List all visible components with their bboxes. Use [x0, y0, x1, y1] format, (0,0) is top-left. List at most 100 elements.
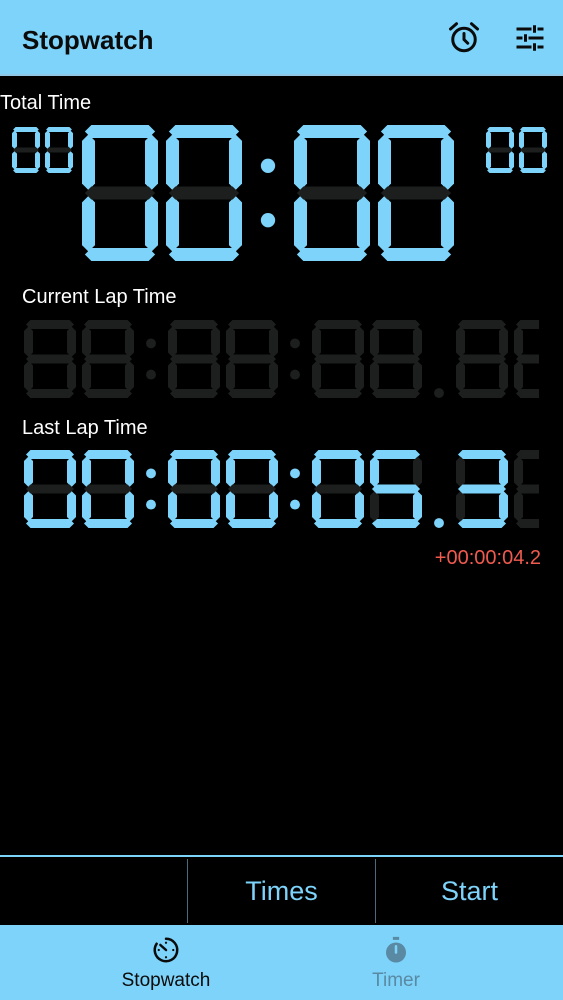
timer-icon	[381, 935, 411, 965]
last-lap-display	[24, 450, 539, 528]
hundredths-segment-d	[487, 168, 513, 173]
total-hours-display	[12, 127, 73, 173]
current-lap-digit-3	[226, 320, 278, 398]
current-lap-label: Current Lap Time	[22, 286, 177, 308]
current-lap-segment-g	[371, 354, 421, 364]
hours-segment-c	[35, 151, 40, 170]
times-button[interactable]: Times	[188, 857, 375, 925]
total-segment-e	[378, 195, 391, 252]
nav-tab-stopwatch[interactable]: Stopwatch	[70, 925, 262, 1000]
current-lap-digit-5	[370, 320, 422, 398]
hours-segment-g	[13, 147, 39, 153]
total-segment-c	[145, 195, 158, 252]
bottom-navigation: Stopwatch Timer	[0, 925, 563, 1000]
current-lap-segment-d	[83, 389, 133, 398]
hundredths-segment-f	[519, 130, 524, 149]
total-segment-e	[294, 195, 307, 252]
last-lap-segment-e	[24, 490, 33, 522]
last-lap-segment-e	[370, 490, 379, 522]
current-lap-segment-a	[313, 320, 363, 329]
last-lap-segment-c	[355, 490, 364, 522]
last-lap-segment-e	[226, 490, 235, 522]
nav-tab-timer[interactable]: Timer	[300, 925, 492, 1000]
stopwatch-app: Stopwatch Total Time Current Lap Time La…	[0, 0, 563, 1000]
hundredths-segment-a	[487, 127, 513, 132]
total-segment-b	[229, 134, 242, 191]
total-segment-a	[84, 125, 156, 138]
last-lap-segment-f	[312, 456, 321, 488]
last-lap-segment-f	[82, 456, 91, 488]
current-lap-digit-1	[82, 320, 134, 398]
total-segment-g	[296, 186, 368, 200]
current-lap-segment-e	[456, 360, 465, 392]
current-lap-digit-4	[312, 320, 364, 398]
hours-segment-d	[13, 168, 39, 173]
last-lap-segment-a	[371, 450, 421, 459]
current-lap-segment-d	[169, 389, 219, 398]
last-lap-segment-f	[24, 456, 33, 488]
hundredths-segment-c	[509, 151, 514, 170]
current-lap-segment-g	[83, 354, 133, 364]
hundredths-segment-d	[520, 168, 546, 173]
last-lap-segment-c	[67, 490, 76, 522]
total-digit-3	[378, 125, 454, 261]
lap-reset-button[interactable]	[0, 857, 187, 925]
last-lap-segment-g	[313, 484, 363, 494]
tune-sliders-icon[interactable]	[512, 20, 548, 56]
last-lap-segment-a	[457, 450, 507, 459]
current-lap-colon-dot	[290, 338, 300, 349]
total-digit-2	[294, 125, 370, 261]
current-lap-segment-a	[83, 320, 133, 329]
last-lap-segment-b	[413, 456, 422, 488]
total-segment-g	[84, 186, 156, 200]
last-lap-segment-b	[211, 456, 220, 488]
last-lap-colon-dot	[290, 499, 300, 510]
total-digit-0	[82, 125, 158, 261]
alarm-clock-icon[interactable]	[446, 20, 482, 56]
current-lap-segment-b	[355, 326, 364, 358]
current-lap-segment-b	[413, 326, 422, 358]
current-lap-segment-d	[313, 389, 363, 398]
nav-label-timer: Timer	[372, 970, 420, 991]
current-lap-segment-d	[457, 389, 507, 398]
current-lap-segment-e	[168, 360, 177, 392]
last-lap-segment-b	[499, 456, 508, 488]
current-lap-digit-6	[456, 320, 508, 398]
total-colon-dot	[260, 213, 276, 228]
hundredths-segment-b	[542, 130, 547, 149]
total-segment-g	[168, 186, 240, 200]
hundredths-segment-g	[487, 147, 513, 153]
last-lap-digit-4	[312, 450, 364, 528]
last-lap-segment-d	[227, 519, 277, 528]
last-lap-segment-d	[83, 519, 133, 528]
last-lap-segment-g	[227, 484, 277, 494]
last-lap-segment-a	[313, 450, 363, 459]
last-lap-segment-g	[457, 484, 507, 494]
total-segment-g	[380, 186, 452, 200]
last-lap-segment-c	[125, 490, 134, 522]
total-segment-f	[378, 134, 391, 191]
last-lap-segment-d	[25, 519, 75, 528]
start-button[interactable]: Start	[376, 857, 563, 925]
total-segment-d	[168, 248, 240, 261]
last-lap-segment-e	[514, 490, 523, 522]
current-lap-decimal-point	[434, 388, 444, 398]
current-lap-segment-b	[67, 326, 76, 358]
last-lap-segment-f	[168, 456, 177, 488]
current-lap-segment-e	[312, 360, 321, 392]
current-lap-segment-c	[413, 360, 422, 392]
current-lap-digit-2	[168, 320, 220, 398]
last-lap-segment-f	[370, 456, 379, 488]
total-segment-f	[82, 134, 95, 191]
total-time-label: Total Time	[0, 92, 92, 114]
current-lap-segment-f	[24, 326, 33, 358]
current-lap-segment-e	[226, 360, 235, 392]
last-lap-segment-g	[25, 484, 75, 494]
app-header: Stopwatch	[0, 0, 563, 76]
current-lap-segment-b	[211, 326, 220, 358]
stopwatch-icon	[151, 935, 181, 965]
last-lap-segment-e	[82, 490, 91, 522]
last-lap-digit-3	[226, 450, 278, 528]
last-lap-segment-f	[514, 456, 523, 488]
hundredths-segment-c	[542, 151, 547, 170]
